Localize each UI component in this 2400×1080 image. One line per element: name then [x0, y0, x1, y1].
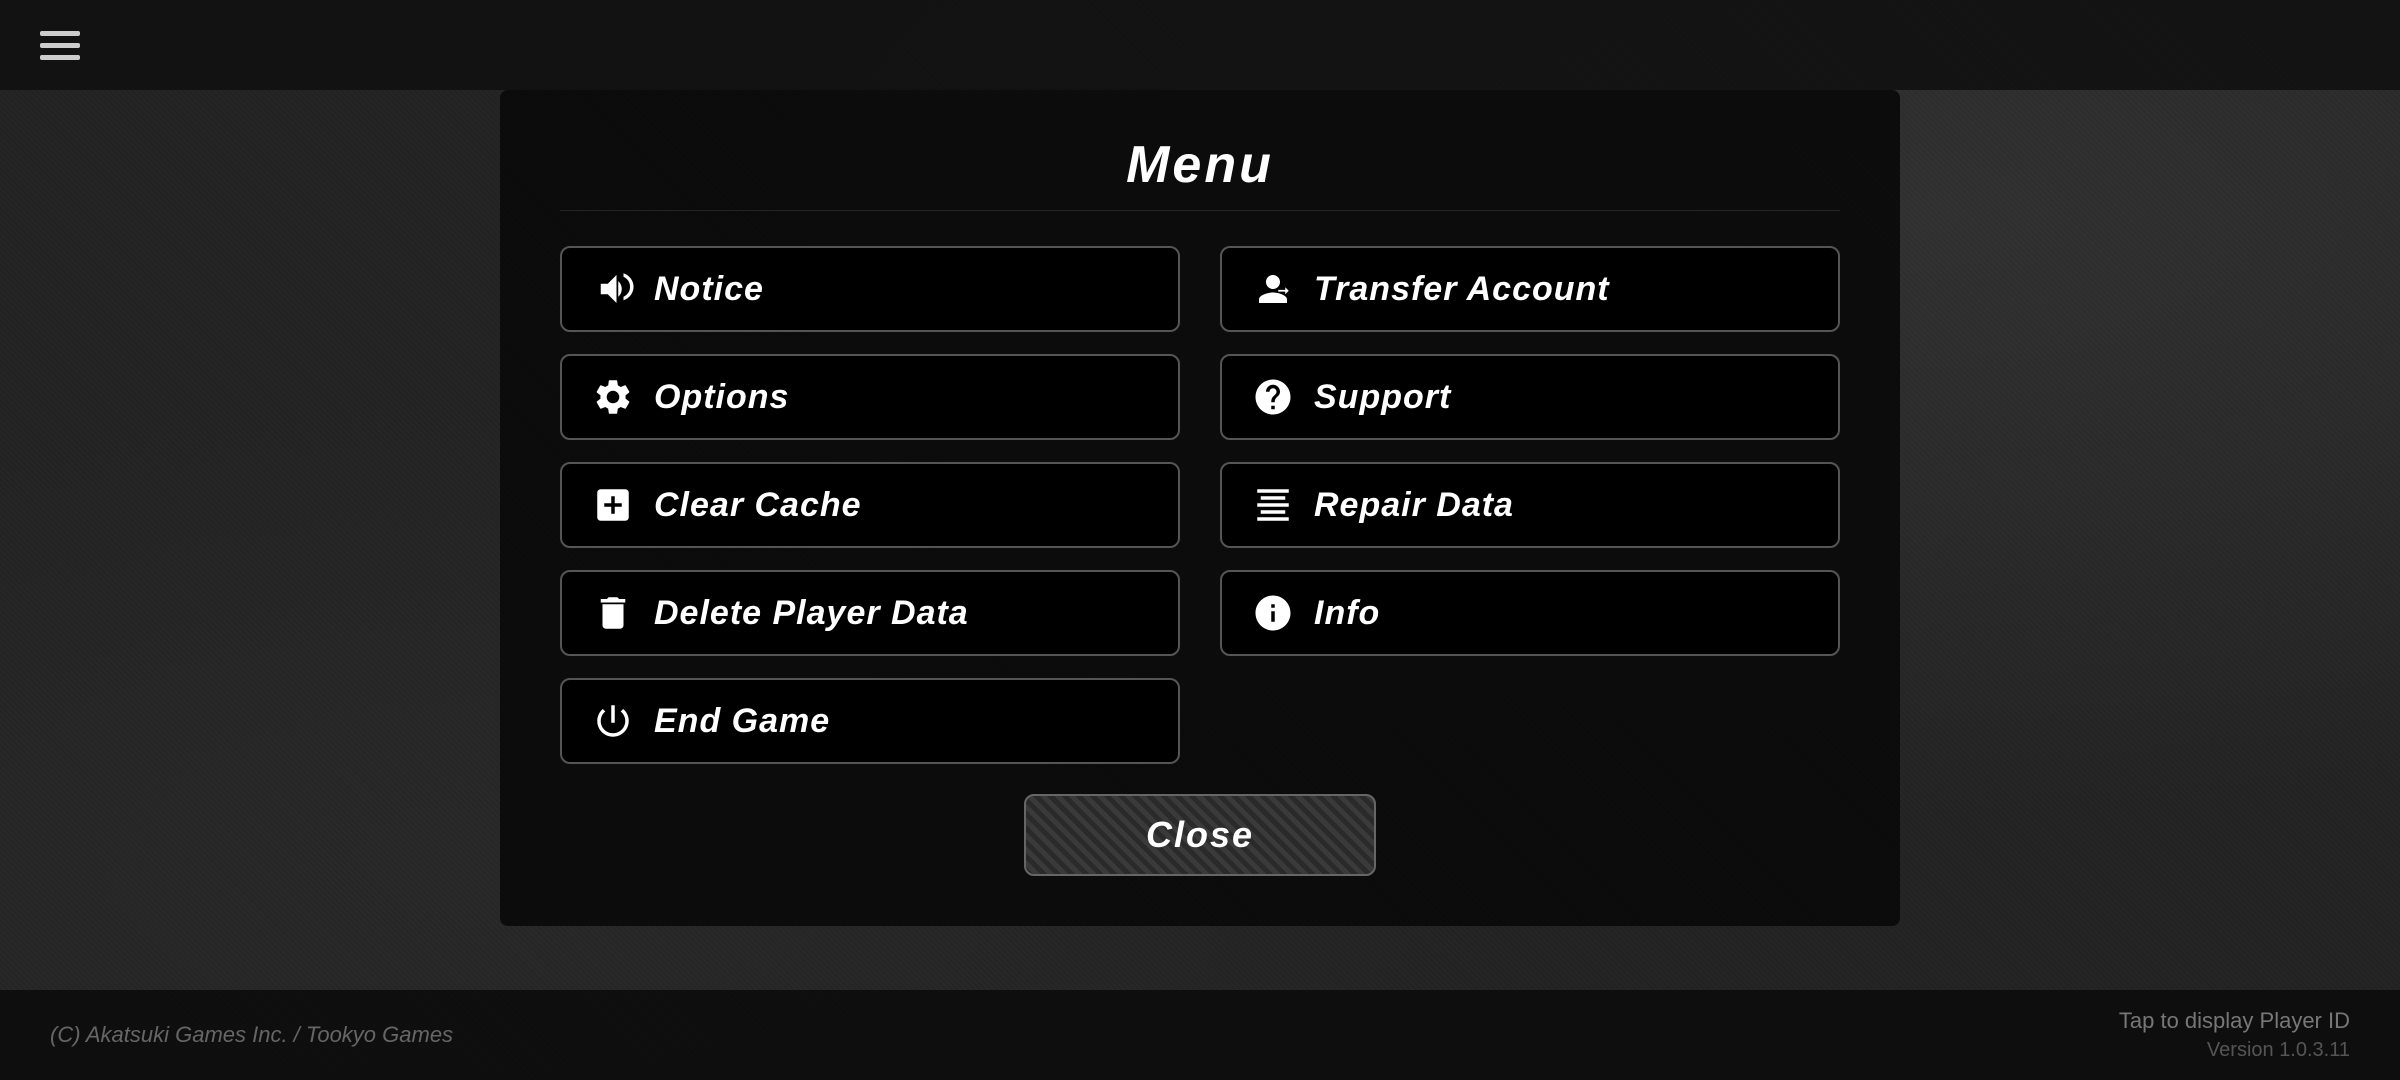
repair-icon [1250, 482, 1296, 528]
notice-label: Notice [654, 270, 764, 309]
end-game-button[interactable]: End Game [560, 678, 1180, 764]
delete-player-data-button[interactable]: Delete Player Data [560, 570, 1180, 656]
cache-icon [590, 482, 636, 528]
hamburger-menu-button[interactable] [40, 31, 80, 60]
end-game-label: End Game [654, 702, 830, 741]
options-button[interactable]: Options [560, 354, 1180, 440]
info-icon [1250, 590, 1296, 636]
top-bar [0, 0, 2400, 90]
question-icon [1250, 374, 1296, 420]
support-button[interactable]: Support [1220, 354, 1840, 440]
repair-data-button[interactable]: Repair Data [1220, 462, 1840, 548]
copyright-text: (C) Akatsuki Games Inc. / Tookyo Games [50, 1022, 453, 1048]
info-label: Info [1314, 594, 1380, 633]
bottom-right: Tap to display Player ID Version 1.0.3.1… [2119, 1008, 2350, 1062]
gear-icon [590, 374, 636, 420]
close-btn-container: Close [560, 794, 1840, 876]
clear-cache-label: Clear Cache [654, 486, 862, 525]
notice-button[interactable]: Notice [560, 246, 1180, 332]
close-button[interactable]: Close [1024, 794, 1376, 876]
power-icon [590, 698, 636, 744]
transfer-icon [1250, 266, 1296, 312]
menu-container: Menu Notice Transfer Account [500, 90, 1900, 926]
transfer-account-button[interactable]: Transfer Account [1220, 246, 1840, 332]
clear-cache-button[interactable]: Clear Cache [560, 462, 1180, 548]
repair-data-label: Repair Data [1314, 486, 1514, 525]
megaphone-icon [590, 266, 636, 312]
trash-icon [590, 590, 636, 636]
version-text: Version 1.0.3.11 [2207, 1039, 2350, 1062]
menu-title: Menu [560, 120, 1840, 211]
support-label: Support [1314, 378, 1451, 417]
menu-grid: Notice Transfer Account Options [560, 246, 1840, 764]
options-label: Options [654, 378, 789, 417]
transfer-account-label: Transfer Account [1314, 270, 1610, 309]
delete-player-data-label: Delete Player Data [654, 594, 969, 633]
info-button[interactable]: Info [1220, 570, 1840, 656]
bottom-bar: (C) Akatsuki Games Inc. / Tookyo Games T… [0, 990, 2400, 1080]
tap-player-id-text[interactable]: Tap to display Player ID [2119, 1008, 2350, 1034]
